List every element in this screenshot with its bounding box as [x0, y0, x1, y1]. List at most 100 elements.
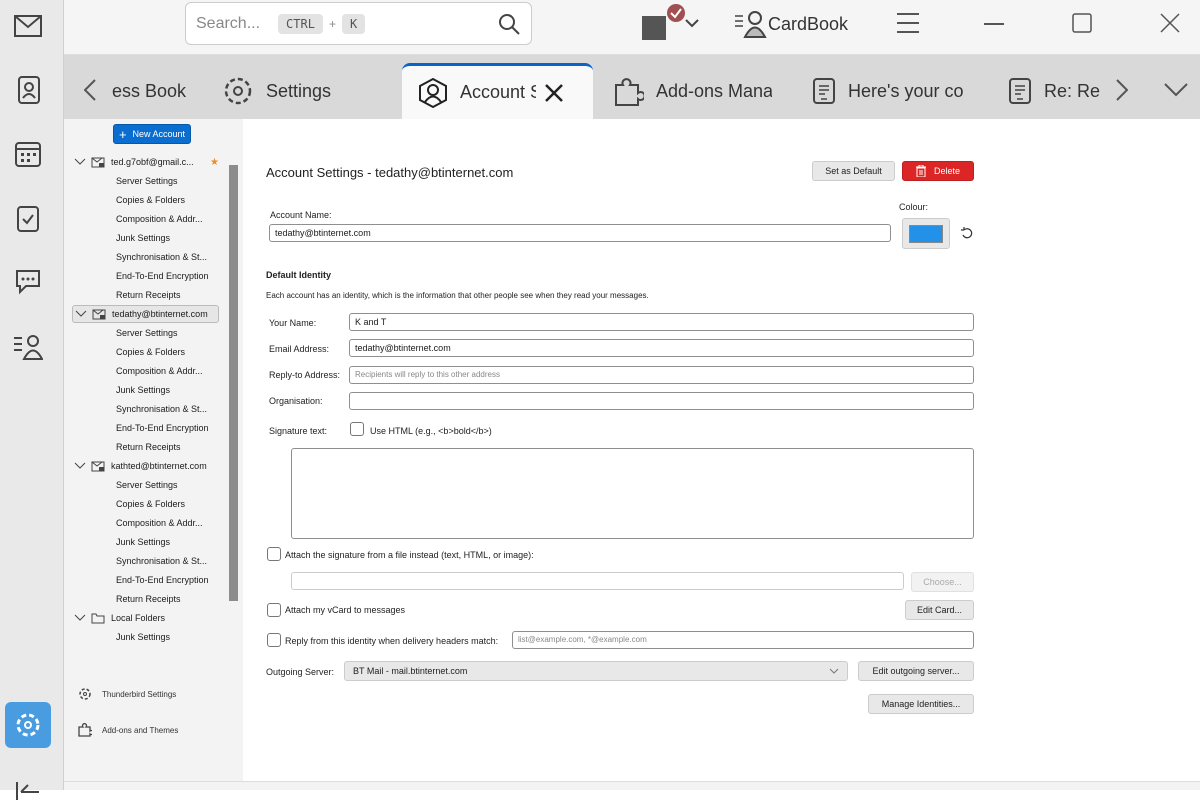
- search-input[interactable]: Search... CTRL + K: [185, 2, 532, 45]
- account-subitem[interactable]: Synchronisation & St...: [116, 552, 207, 570]
- collapse-icon[interactable]: [8, 770, 48, 810]
- account-subitem[interactable]: Synchronisation & St...: [116, 400, 207, 418]
- addons-themes-link[interactable]: Add-ons and Themes: [78, 723, 178, 737]
- account-subitem[interactable]: End-To-End Encryption: [116, 419, 209, 437]
- account-item[interactable]: tedathy@btinternet.com: [72, 305, 219, 323]
- menu-icon[interactable]: [896, 12, 920, 34]
- search-placeholder: Search...: [196, 14, 261, 32]
- account-subitem[interactable]: Junk Settings: [116, 533, 170, 551]
- account-subitem[interactable]: Junk Settings: [116, 628, 170, 646]
- chevron-down-icon[interactable]: [75, 310, 87, 318]
- tab-address-book[interactable]: ess Book: [112, 63, 192, 119]
- account-subitem[interactable]: Synchronisation & St...: [116, 248, 207, 266]
- account-name-input[interactable]: tedathy@btinternet.com: [269, 224, 891, 242]
- tab-message-2[interactable]: Re: Re: [1008, 63, 1100, 119]
- signature-textarea[interactable]: [291, 448, 974, 539]
- account-subitem[interactable]: Composition & Addr...: [116, 514, 203, 532]
- account-subitem[interactable]: Junk Settings: [116, 381, 170, 399]
- delete-label: Delete: [933, 166, 960, 176]
- account-item[interactable]: kathted@btinternet.com: [72, 457, 219, 475]
- cardbook-icon[interactable]: [8, 326, 48, 366]
- tab-settings[interactable]: Settings: [222, 63, 402, 119]
- edit-card-button[interactable]: Edit Card...: [905, 600, 974, 620]
- tab-label: Re: Re: [1044, 80, 1100, 101]
- attach-vcard-checkbox[interactable]: [267, 603, 281, 617]
- reply-from-label: Reply from this identity when delivery h…: [285, 636, 499, 646]
- use-html-checkbox[interactable]: [350, 422, 364, 436]
- close-tab-icon[interactable]: [544, 83, 564, 103]
- mail-icon[interactable]: [8, 6, 48, 46]
- account-subitem[interactable]: Copies & Folders: [116, 343, 185, 361]
- organisation-input[interactable]: [349, 392, 974, 410]
- signature-file-input[interactable]: [291, 572, 904, 590]
- tasks-icon[interactable]: [8, 198, 48, 238]
- tab-bar: ess Book Settings Account S Add-ons Mana…: [64, 55, 1200, 119]
- account-subitem[interactable]: Copies & Folders: [116, 191, 185, 209]
- account-subitem[interactable]: Return Receipts: [116, 438, 181, 456]
- colour-picker[interactable]: [902, 218, 950, 249]
- delete-button[interactable]: Delete: [902, 161, 974, 181]
- account-item[interactable]: ted.g7obf@gmail.c... ★: [72, 153, 219, 171]
- signature-label: Signature text:: [269, 426, 328, 436]
- account-subitem[interactable]: Composition & Addr...: [116, 210, 203, 228]
- gear-icon: [79, 688, 91, 700]
- maximize-icon[interactable]: [1072, 13, 1092, 33]
- tab-account-settings[interactable]: Account S: [402, 63, 593, 119]
- set-default-button[interactable]: Set as Default: [812, 161, 895, 181]
- default-star-icon: ★: [210, 156, 219, 168]
- scroll-tabs-right-icon[interactable]: [1116, 79, 1128, 101]
- account-subitem[interactable]: End-To-End Encryption: [116, 571, 209, 589]
- choose-label: Choose...: [923, 577, 962, 587]
- tab-label: Here's your co: [848, 80, 964, 101]
- account-subitem[interactable]: End-To-End Encryption: [116, 267, 209, 285]
- addons-menu-button[interactable]: [640, 4, 700, 40]
- reply-from-input[interactable]: list@example.com, *@example.com: [512, 631, 974, 649]
- calendar-icon[interactable]: [8, 134, 48, 174]
- new-account-button[interactable]: + New Account: [113, 124, 191, 144]
- account-subitem[interactable]: Junk Settings: [116, 229, 170, 247]
- minimize-icon[interactable]: [984, 22, 1004, 26]
- tab-message-1[interactable]: Here's your co: [812, 63, 982, 119]
- close-window-icon[interactable]: [1160, 13, 1180, 33]
- your-name-input[interactable]: K and T: [349, 313, 974, 331]
- chat-icon[interactable]: [8, 262, 48, 302]
- account-subitem[interactable]: Composition & Addr...: [116, 362, 203, 380]
- choose-button[interactable]: Choose...: [911, 572, 974, 592]
- cardbook-button[interactable]: CardBook: [734, 10, 848, 38]
- outgoing-server-select[interactable]: BT Mail - mail.btinternet.com: [344, 661, 848, 681]
- tab-addons-manager[interactable]: Add-ons Mana: [612, 63, 772, 119]
- account-item[interactable]: Local Folders: [72, 609, 219, 627]
- edit-outgoing-label: Edit outgoing server...: [872, 666, 960, 676]
- reply-to-input[interactable]: Recipients will reply to this other addr…: [349, 366, 974, 384]
- message-icon: [813, 78, 835, 104]
- chevron-down-icon[interactable]: [74, 614, 86, 622]
- manage-identities-button[interactable]: Manage Identities...: [868, 694, 974, 714]
- account-name: ted.g7obf@gmail.c...: [111, 157, 194, 167]
- thunderbird-settings-link[interactable]: Thunderbird Settings: [78, 687, 176, 701]
- account-icon: [419, 77, 447, 108]
- account-subitem[interactable]: Server Settings: [116, 324, 178, 342]
- section-heading: Default Identity: [266, 270, 332, 280]
- address-book-icon[interactable]: [8, 70, 48, 110]
- reset-colour-icon[interactable]: [961, 227, 973, 239]
- scrollbar[interactable]: [229, 165, 238, 601]
- reply-from-checkbox[interactable]: [267, 633, 281, 647]
- edit-outgoing-server-button[interactable]: Edit outgoing server...: [858, 661, 974, 681]
- email-input[interactable]: tedathy@btinternet.com: [349, 339, 974, 357]
- your-name-label: Your Name:: [269, 318, 317, 328]
- scroll-tabs-left-icon[interactable]: [84, 79, 96, 101]
- chevron-down-icon[interactable]: [74, 158, 86, 166]
- all-tabs-icon[interactable]: [1164, 83, 1188, 97]
- trash-icon: [915, 165, 926, 177]
- account-subitem[interactable]: Return Receipts: [116, 286, 181, 304]
- settings-space-button[interactable]: [5, 702, 51, 748]
- chevron-down-icon[interactable]: [74, 462, 86, 470]
- account-subitem[interactable]: Server Settings: [116, 172, 178, 190]
- account-settings-pane: Account Settings - tedathy@btinternet.co…: [243, 119, 1200, 781]
- account-subitem[interactable]: Return Receipts: [116, 590, 181, 608]
- account-subitem[interactable]: Server Settings: [116, 476, 178, 494]
- account-subitem[interactable]: Copies & Folders: [116, 495, 185, 513]
- use-html-label: Use HTML (e.g., <b>bold</b>): [370, 426, 492, 436]
- account-name-label: Account Name:: [270, 210, 332, 220]
- attach-signature-checkbox[interactable]: [267, 547, 281, 561]
